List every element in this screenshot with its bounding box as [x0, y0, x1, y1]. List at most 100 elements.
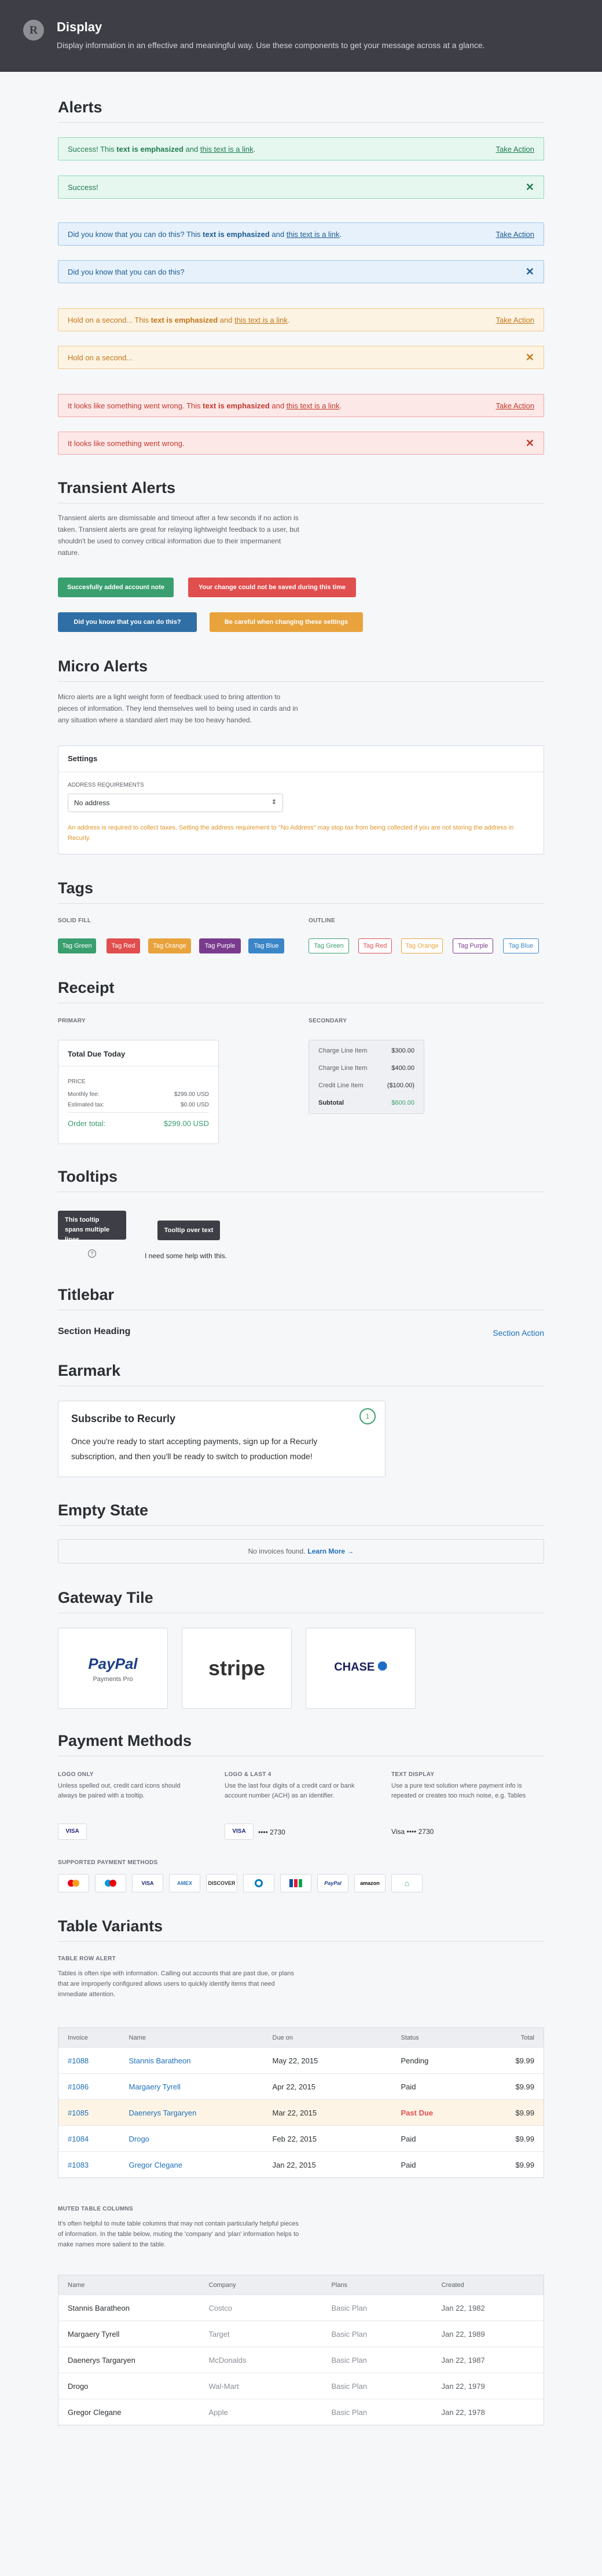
col-name[interactable]: Name: [58, 2275, 200, 2295]
close-icon[interactable]: ✕: [526, 352, 534, 363]
invoice-link[interactable]: #1088: [58, 2047, 120, 2074]
credit-item-label: Credit Line Item: [318, 1082, 364, 1089]
credit-item-value: ($100.00): [387, 1082, 414, 1089]
due-date: Apr 22, 2015: [263, 2073, 392, 2100]
table-row[interactable]: Drogo Wal-Mart Basic Plan Jan 22, 1979: [58, 2373, 544, 2399]
tag-purple-outline: Tag Purple: [453, 938, 493, 953]
alert-link[interactable]: this text is a link: [287, 401, 340, 410]
take-action-link[interactable]: Take Action: [496, 230, 535, 239]
solid-fill-label: SOLID FILL: [58, 918, 91, 924]
logo-last4-desc: Use the last four digits of a credit car…: [225, 1782, 355, 1799]
address-select[interactable]: No address ⇕: [68, 794, 283, 812]
chase-tile[interactable]: CHASE ⯃: [306, 1628, 416, 1709]
table-row[interactable]: #1086 Margaery Tyrell Apr 22, 2015 Paid …: [58, 2073, 544, 2100]
order-total-label: Order total:: [68, 1119, 106, 1128]
total: $9.99: [501, 2047, 544, 2074]
table-row[interactable]: Daenerys Targaryen McDonalds Basic Plan …: [58, 2347, 544, 2373]
tag-orange-outline: Tag Orange: [401, 938, 443, 953]
tag-blue-outline: Tag Blue: [503, 938, 539, 953]
take-action-link[interactable]: Take Action: [496, 145, 535, 154]
customer-link[interactable]: Margaery Tyrell: [119, 2073, 263, 2100]
alert-link[interactable]: this text is a link: [200, 145, 254, 154]
col-due-on[interactable]: Due on: [263, 2027, 392, 2048]
success-toast[interactable]: Succesfully added account note: [58, 578, 174, 597]
col-created[interactable]: Created: [432, 2275, 544, 2295]
col-name[interactable]: Name: [119, 2027, 263, 2048]
invoice-link[interactable]: #1084: [58, 2125, 120, 2152]
plan: Basic Plan: [322, 2373, 432, 2399]
section-title-gateway-tile: Gateway Tile: [58, 1589, 544, 1613]
created: Jan 22, 1989: [432, 2321, 544, 2347]
paypal-tile[interactable]: PayPal Payments Pro: [58, 1628, 168, 1709]
discover-icon: DISCOVER: [206, 1874, 237, 1892]
close-icon[interactable]: ✕: [526, 266, 534, 277]
learn-more-link[interactable]: Learn More →: [307, 1547, 354, 1555]
table-row[interactable]: #1083 Gregor Clegane Jan 22, 2015 Paid $…: [58, 2151, 544, 2178]
line-item-label: Charge Line Item: [318, 1065, 368, 1072]
take-action-link[interactable]: Take Action: [496, 316, 535, 324]
line-item-value: $400.00: [391, 1065, 414, 1072]
jcb-icon: [280, 1874, 311, 1892]
table-row[interactable]: #1088 Stannis Baratheon May 22, 2015 Pen…: [58, 2047, 544, 2074]
logo-only-desc: Unless spelled out, credit card icons sh…: [58, 1782, 181, 1799]
alert-link[interactable]: this text is a link: [234, 316, 288, 324]
invoice-link[interactable]: #1086: [58, 2073, 120, 2100]
paypal-icon: PayPal: [317, 1874, 348, 1892]
close-icon[interactable]: ✕: [526, 438, 534, 448]
customer-link[interactable]: Daenerys Targaryen: [119, 2099, 263, 2126]
total: $9.99: [501, 2125, 544, 2152]
status-past-due: Past Due: [391, 2099, 502, 2126]
plan: Basic Plan: [322, 2347, 432, 2373]
warning-toast[interactable]: Be careful when changing these settings: [210, 612, 363, 632]
invoice-link[interactable]: #1083: [58, 2151, 120, 2178]
page-subtitle: Display information in an effective and …: [57, 41, 485, 50]
section-title-earmark: Earmark: [58, 1362, 544, 1386]
table-row[interactable]: Gregor Clegane Apple Basic Plan Jan 22, …: [58, 2399, 544, 2425]
status: Paid: [391, 2151, 502, 2178]
customer-link[interactable]: Drogo: [119, 2125, 263, 2152]
error-toast[interactable]: Your change could not be saved during th…: [188, 578, 356, 597]
col-total[interactable]: Total: [501, 2027, 544, 2048]
alert-link[interactable]: this text is a link: [287, 230, 340, 239]
visa-card-icon: VISA: [58, 1824, 87, 1840]
micro-alert-text: An address is required to collect taxes.…: [68, 824, 514, 842]
col-company[interactable]: Company: [199, 2275, 322, 2295]
table-row-alert[interactable]: #1085 Daenerys Targaryen Mar 22, 2015 Pa…: [58, 2099, 544, 2126]
customer-link[interactable]: Stannis Baratheon: [119, 2047, 263, 2074]
stripe-logo: stripe: [208, 1656, 266, 1680]
take-action-link[interactable]: Take Action: [496, 401, 535, 410]
company: Target: [199, 2321, 322, 2347]
total: $9.99: [501, 2099, 544, 2126]
visa-card-icon: VISA: [225, 1824, 254, 1840]
table-row[interactable]: Margaery Tyrell Target Basic Plan Jan 22…: [58, 2321, 544, 2347]
table-row[interactable]: #1084 Drogo Feb 22, 2015 Paid $9.99: [58, 2125, 544, 2152]
table-header: Name Company Plans Created: [58, 2275, 544, 2295]
price-label: PRICE: [68, 1079, 86, 1085]
table-row[interactable]: Stannis Baratheon Costco Basic Plan Jan …: [58, 2294, 544, 2321]
alert-message: Did you know that you can do this?: [68, 267, 185, 276]
select-value: No address: [74, 799, 110, 807]
section-action-link[interactable]: Section Action: [493, 1328, 544, 1338]
page-header: R Display Display information in an effe…: [0, 0, 602, 72]
chase-octagon-icon: ⯃: [377, 1661, 387, 1674]
stripe-tile[interactable]: stripe: [182, 1628, 292, 1709]
divider: [68, 1112, 209, 1113]
micro-description: Micro alerts are a light weight form of …: [58, 693, 298, 724]
help-icon[interactable]: ?: [88, 1249, 96, 1258]
paypal-subtitle: Payments Pro: [93, 1676, 133, 1683]
info-toast[interactable]: Did you know that you can do this?: [58, 612, 197, 632]
tag-green: Tag Green: [58, 938, 96, 953]
help-text[interactable]: I need some help with this.: [145, 1252, 227, 1260]
tooltip-multiline: This tooltip spans multiple lines.: [58, 1211, 126, 1243]
tax-label: Estimated tax:: [68, 1102, 105, 1108]
customer-link[interactable]: Gregor Clegane: [119, 2151, 263, 2178]
col-status[interactable]: Status: [391, 2027, 502, 2048]
text-visa: Visa •••• 2730: [391, 1828, 434, 1836]
col-plans[interactable]: Plans: [322, 2275, 432, 2295]
close-icon[interactable]: ✕: [526, 182, 534, 192]
empty-state: No invoices found. Learn More →: [58, 1539, 544, 1563]
col-invoice[interactable]: Invoice: [58, 2027, 120, 2048]
card-title: Settings: [68, 754, 98, 763]
invoice-link[interactable]: #1085: [58, 2099, 120, 2126]
table-row-alert-label: TABLE ROW ALERT: [58, 1956, 116, 1962]
